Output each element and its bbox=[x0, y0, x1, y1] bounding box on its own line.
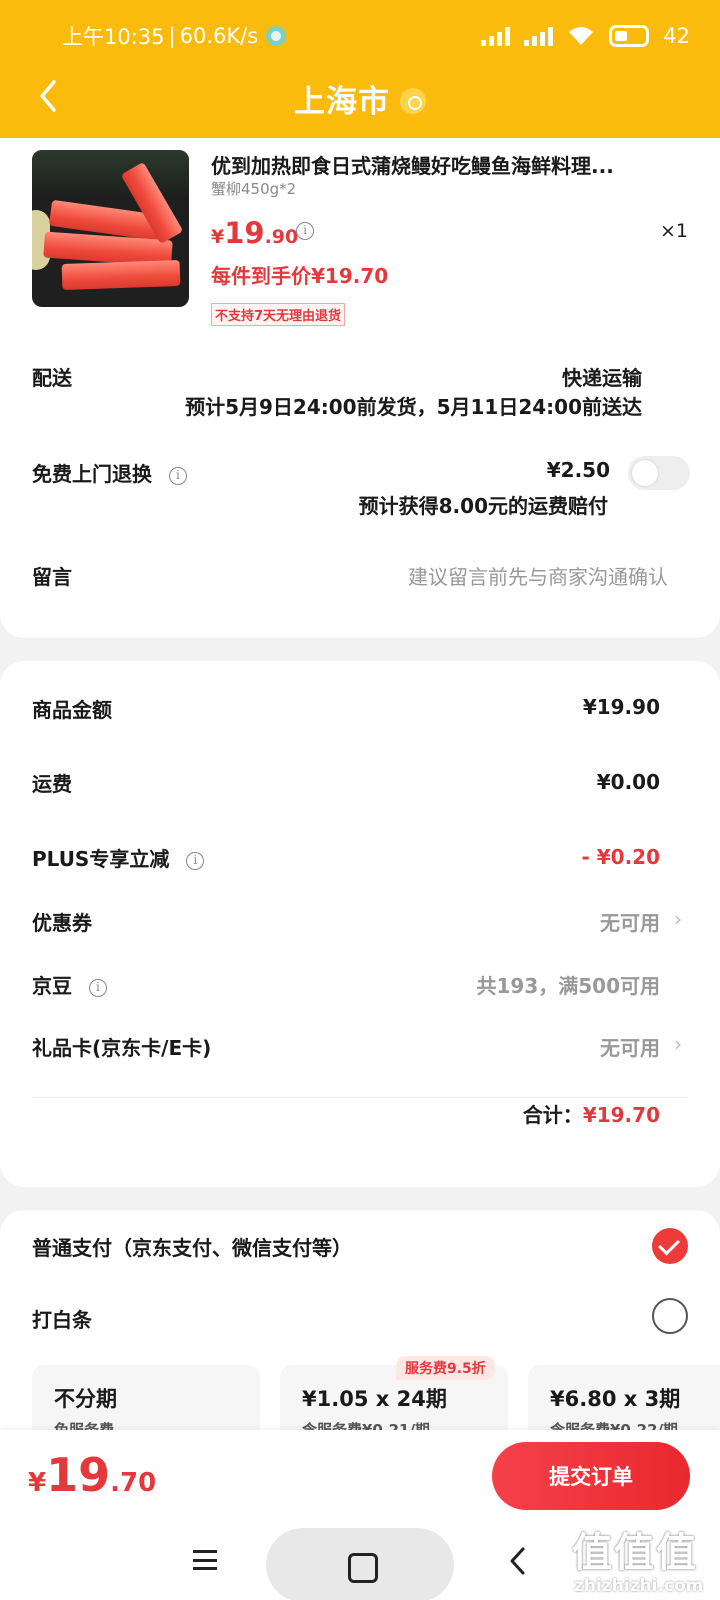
price-info-icon[interactable]: i bbox=[296, 222, 314, 240]
payment-method-card: 普通支付（京东支付、微信支付等） 打白条 不分期 免服务费 ¥1.05 x 24… bbox=[0, 1210, 720, 1465]
watermark-url: zhizhizhi.com bbox=[574, 1576, 704, 1596]
app-notification-icon bbox=[266, 26, 287, 46]
order-item-card: 优到加热即食日式蒲烧鳗好吃鳗鱼海鲜料理... 蟹柳450g*2 ¥19.90 i… bbox=[0, 138, 720, 638]
plus-discount-label: PLUS专享立减 i bbox=[32, 843, 205, 872]
checkout-bar: ¥19.70 提交订单 bbox=[0, 1430, 720, 1520]
giftcard-label: 礼品卡(京东卡/E卡) bbox=[32, 1036, 212, 1060]
return-service-note: 预计获得8.00元的运费赔付 bbox=[358, 494, 608, 518]
delivery-estimate: 预计5月9日24:00前发货，5月11日24:00前送达 bbox=[185, 395, 642, 419]
baitiao-radio-icon[interactable] bbox=[652, 1298, 688, 1334]
return-service-toggle[interactable] bbox=[628, 456, 690, 490]
delivery-label: 配送 bbox=[32, 366, 72, 390]
shipping-label: 运费 bbox=[32, 772, 72, 796]
status-time: 上午10:35 bbox=[62, 25, 165, 49]
menu-icon[interactable] bbox=[193, 1550, 217, 1570]
no-return-tag: 不支持7天无理由退货 bbox=[211, 303, 346, 326]
status-bar: 上午10:35 | 60.6K/s 42 bbox=[62, 18, 690, 54]
signal-icon bbox=[481, 26, 511, 46]
jingdou-value: 共193，满500可用 bbox=[476, 974, 661, 998]
message-input[interactable]: 建议留言前先与商家沟通确认 bbox=[408, 561, 668, 590]
home-icon[interactable] bbox=[266, 1528, 454, 1600]
plus-discount-value: - ¥0.20 bbox=[581, 845, 660, 869]
service-fee-badge: 服务费9.5折 bbox=[396, 1356, 495, 1380]
return-info-icon[interactable]: i bbox=[168, 467, 187, 485]
jingdou-label: 京豆 i bbox=[32, 970, 107, 999]
battery-level: 42 bbox=[663, 24, 690, 48]
battery-icon bbox=[609, 25, 650, 47]
header-bar: 上午10:35 | 60.6K/s 42 上海市 bbox=[0, 0, 720, 138]
coupon-label: 优惠券 bbox=[32, 911, 92, 935]
product-price: ¥19.90 bbox=[211, 216, 299, 250]
normal-payment-checked-icon[interactable] bbox=[652, 1228, 688, 1264]
plus-info-icon[interactable]: i bbox=[186, 852, 205, 870]
goods-amount-label: 商品金额 bbox=[32, 698, 112, 722]
giftcard-chevron-icon[interactable]: › bbox=[674, 1032, 682, 1056]
per-item-price: 每件到手价¥19.70 bbox=[211, 264, 389, 288]
page-title[interactable]: 上海市 bbox=[0, 76, 720, 121]
wifi-icon bbox=[569, 27, 594, 45]
watermark: 值值值 zhizhizhi.com bbox=[572, 1520, 720, 1600]
location-pin-icon bbox=[400, 87, 426, 114]
delivery-method[interactable]: 快递运输 bbox=[562, 362, 642, 391]
coupon-value[interactable]: 无可用 bbox=[600, 907, 660, 936]
signal-icon-2 bbox=[524, 26, 554, 46]
return-service-label: 免费上门退换 i bbox=[32, 458, 187, 487]
normal-payment-label[interactable]: 普通支付（京东支付、微信支付等） bbox=[32, 1232, 352, 1261]
watermark-logo: 值值值 bbox=[572, 1530, 698, 1576]
goods-amount-value: ¥19.90 bbox=[582, 695, 660, 719]
return-service-price: ¥2.50 bbox=[546, 458, 610, 482]
submit-order-button[interactable]: 提交订单 bbox=[492, 1442, 690, 1510]
divider bbox=[32, 1097, 688, 1098]
product-quantity: ×1 bbox=[659, 220, 688, 242]
product-name[interactable]: 优到加热即食日式蒲烧鳗好吃鳗鱼海鲜料理... bbox=[211, 150, 681, 179]
baitiao-label[interactable]: 打白条 bbox=[32, 1304, 92, 1333]
giftcard-value[interactable]: 无可用 bbox=[600, 1032, 660, 1061]
shipping-value: ¥0.00 bbox=[596, 770, 660, 794]
message-label: 留言 bbox=[32, 565, 72, 589]
product-spec: 蟹柳450g*2 bbox=[211, 180, 297, 198]
nav-back-icon[interactable] bbox=[503, 1544, 533, 1578]
product-image[interactable] bbox=[32, 150, 189, 307]
network-speed: 60.6K/s bbox=[179, 24, 259, 48]
price-summary-card: 商品金额 ¥19.90 运费 ¥0.00 PLUS专享立减 i - ¥0.20 … bbox=[0, 661, 720, 1187]
bottom-total-price: ¥19.70 bbox=[28, 1448, 157, 1502]
coupon-chevron-icon[interactable]: › bbox=[674, 907, 682, 931]
order-total: 合计：¥19.70 bbox=[522, 1103, 660, 1127]
jingdou-info-icon[interactable]: i bbox=[88, 979, 107, 997]
